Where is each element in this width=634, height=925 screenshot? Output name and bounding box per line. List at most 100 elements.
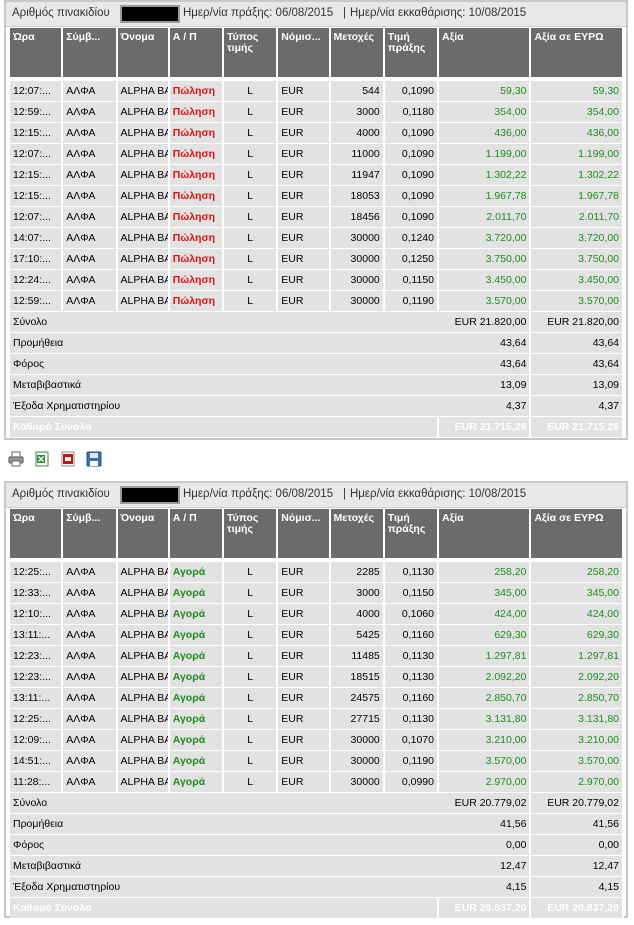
printer-icon[interactable] (8, 451, 24, 467)
cell-2: ALPHA BA (116, 771, 170, 793)
summary-row-exchange_fees: Έξοδα Χρηματιστηρίου 4,37 4,37 (10, 395, 624, 417)
column-header[interactable]: Τιμή πράξης (383, 28, 440, 79)
cell-9: 436,00 (530, 122, 624, 144)
cell-5: EUR (277, 101, 331, 123)
column-header[interactable]: Αξία σε ΕΥΡΩ (530, 509, 624, 560)
column-header[interactable]: Ώρα (10, 509, 64, 560)
column-header[interactable]: Μετοχές (329, 509, 385, 560)
cell-9: 2.970,00 (530, 771, 624, 793)
trade-note-sell: Αριθμός πινακιδίου Ημερ/νία πράξης: 06/0… (4, 0, 628, 440)
cell-5: EUR (277, 708, 331, 730)
cell-9: 3.570,00 (530, 290, 624, 312)
table-row: 13:11:... ΑΛΦΑ ALPHA BA Αγορά L EUR 24575 0,116… (10, 687, 624, 709)
cell-8: 354,00 (438, 101, 532, 123)
cell-3: Αγορά (168, 582, 225, 604)
cell-0: 12:25:... (10, 561, 64, 583)
summary-value-eur: 12,47 (530, 855, 624, 877)
cell-6: 27715 (329, 708, 385, 730)
net-total-value-eur: EUR 20.837,20 (530, 897, 624, 919)
cell-3: Πώληση (168, 206, 225, 228)
cell-2: ALPHA BA (116, 561, 170, 583)
header-row: Ώρα Σύμβ... Όνομα Α / Π Τύπος τιμής Νόμισ... Μ… (10, 509, 624, 560)
table-row: 12:07:... ΑΛΦΑ ALPHA BA Πώληση L EUR 18456 0,10… (10, 206, 624, 228)
cell-0: 14:51:... (10, 750, 64, 772)
cell-7: 0,1090 (383, 164, 440, 186)
column-header[interactable]: Όνομα (116, 28, 170, 79)
separator: | (343, 7, 346, 19)
column-header[interactable]: Ώρα (10, 28, 64, 79)
summary-value-eur: EUR 20.779,02 (530, 792, 624, 814)
cell-4: L (223, 666, 279, 688)
table-row: 12:07:... ΑΛΦΑ ALPHA BA Πώληση L EUR 544 0,1090… (10, 80, 624, 102)
save-icon[interactable] (86, 451, 102, 467)
cell-4: L (223, 185, 279, 207)
cell-8: 3.720,00 (438, 227, 532, 249)
cell-3: Πώληση (168, 143, 225, 165)
table-row: 13:11:... ΑΛΦΑ ALPHA BA Αγορά L EUR 5425 0,1160… (10, 624, 624, 646)
cell-3: Αγορά (168, 771, 225, 793)
summary-row-total: Σύνολο EUR 21.820,00 EUR 21.820,00 (10, 311, 624, 333)
cell-5: EUR (277, 561, 331, 583)
summary-value-eur: 43,64 (530, 353, 624, 375)
summary-label: Φόρος (10, 353, 438, 375)
cell-7: 0,1090 (383, 122, 440, 144)
column-header[interactable]: Τύπος τιμής (223, 509, 279, 560)
cell-1: ΑΛΦΑ (62, 227, 118, 249)
cell-8: 3.450,00 (438, 269, 532, 291)
cell-3: Πώληση (168, 290, 225, 312)
summary-label: Προμήθεια (10, 813, 438, 835)
cell-7: 0,1060 (383, 603, 440, 625)
cell-3: Πώληση (168, 80, 225, 102)
pdf-icon[interactable] (60, 451, 76, 467)
table-row: 12:59:... ΑΛΦΑ ALPHA BA Πώληση L EUR 30000 0,11… (10, 290, 624, 312)
table-row: 14:07:... ΑΛΦΑ ALPHA BA Πώληση L EUR 30000 0,12… (10, 227, 624, 249)
column-header[interactable]: Αξία (438, 509, 532, 560)
cell-8: 2.092,20 (438, 666, 532, 688)
cell-5: EUR (277, 687, 331, 709)
cell-8: 59,30 (438, 80, 532, 102)
settle-date: Ημερ/νία εκκαθάρισης: 10/08/2015 (350, 488, 527, 500)
cell-3: Πώληση (168, 122, 225, 144)
cell-7: 0,1160 (383, 687, 440, 709)
cell-4: L (223, 708, 279, 730)
table-row: 12:15:... ΑΛΦΑ ALPHA BA Πώληση L EUR 11947 0,10… (10, 164, 624, 186)
column-header[interactable]: Όνομα (116, 509, 170, 560)
column-header[interactable]: Α / Π (168, 28, 225, 79)
cell-2: ALPHA BA (116, 227, 170, 249)
column-header[interactable]: Τύπος τιμής (223, 28, 279, 79)
cell-4: L (223, 687, 279, 709)
cell-0: 12:23:... (10, 666, 64, 688)
column-header[interactable]: Αξία σε ΕΥΡΩ (530, 28, 624, 79)
cell-2: ALPHA BA (116, 122, 170, 144)
cell-1: ΑΛΦΑ (62, 143, 118, 165)
cell-5: EUR (277, 603, 331, 625)
cell-9: 3.210,00 (530, 729, 624, 751)
cell-0: 17:10:... (10, 248, 64, 270)
column-header[interactable]: Σύμβ... (62, 509, 118, 560)
summary-label: Φόρος (10, 834, 438, 856)
column-header[interactable]: Σύμβ... (62, 28, 118, 79)
cell-1: ΑΛΦΑ (62, 269, 118, 291)
cell-8: 3.131,80 (438, 708, 532, 730)
summary-value-eur: 13,09 (530, 374, 624, 396)
column-header[interactable]: Α / Π (168, 509, 225, 560)
cell-9: 2.850,70 (530, 687, 624, 709)
cell-2: ALPHA BA (116, 206, 170, 228)
column-header[interactable]: Αξία (438, 28, 532, 79)
column-header[interactable]: Νόμισ... (277, 509, 331, 560)
summary-label: Μεταβιβαστικά (10, 855, 438, 877)
trades-table: Ώρα Σύμβ... Όνομα Α / Π Τύπος τιμής Νόμισ... Μ… (10, 28, 624, 438)
cell-4: L (223, 143, 279, 165)
cell-9: 3.570,00 (530, 750, 624, 772)
cell-6: 30000 (329, 771, 385, 793)
column-header[interactable]: Τιμή πράξης (383, 509, 440, 560)
column-header[interactable]: Νόμισ... (277, 28, 331, 79)
cell-2: ALPHA BA (116, 80, 170, 102)
summary-row-tax: Φόρος 43,64 43,64 (10, 353, 624, 375)
excel-icon[interactable] (34, 451, 50, 467)
summary-label: Σύνολο (10, 792, 438, 814)
net-total-row: Καθαρό Σύνολο EUR 20.837,20 EUR 20.837,20 (10, 897, 624, 919)
cell-3: Αγορά (168, 645, 225, 667)
cell-1: ΑΛΦΑ (62, 624, 118, 646)
column-header[interactable]: Μετοχές (329, 28, 385, 79)
